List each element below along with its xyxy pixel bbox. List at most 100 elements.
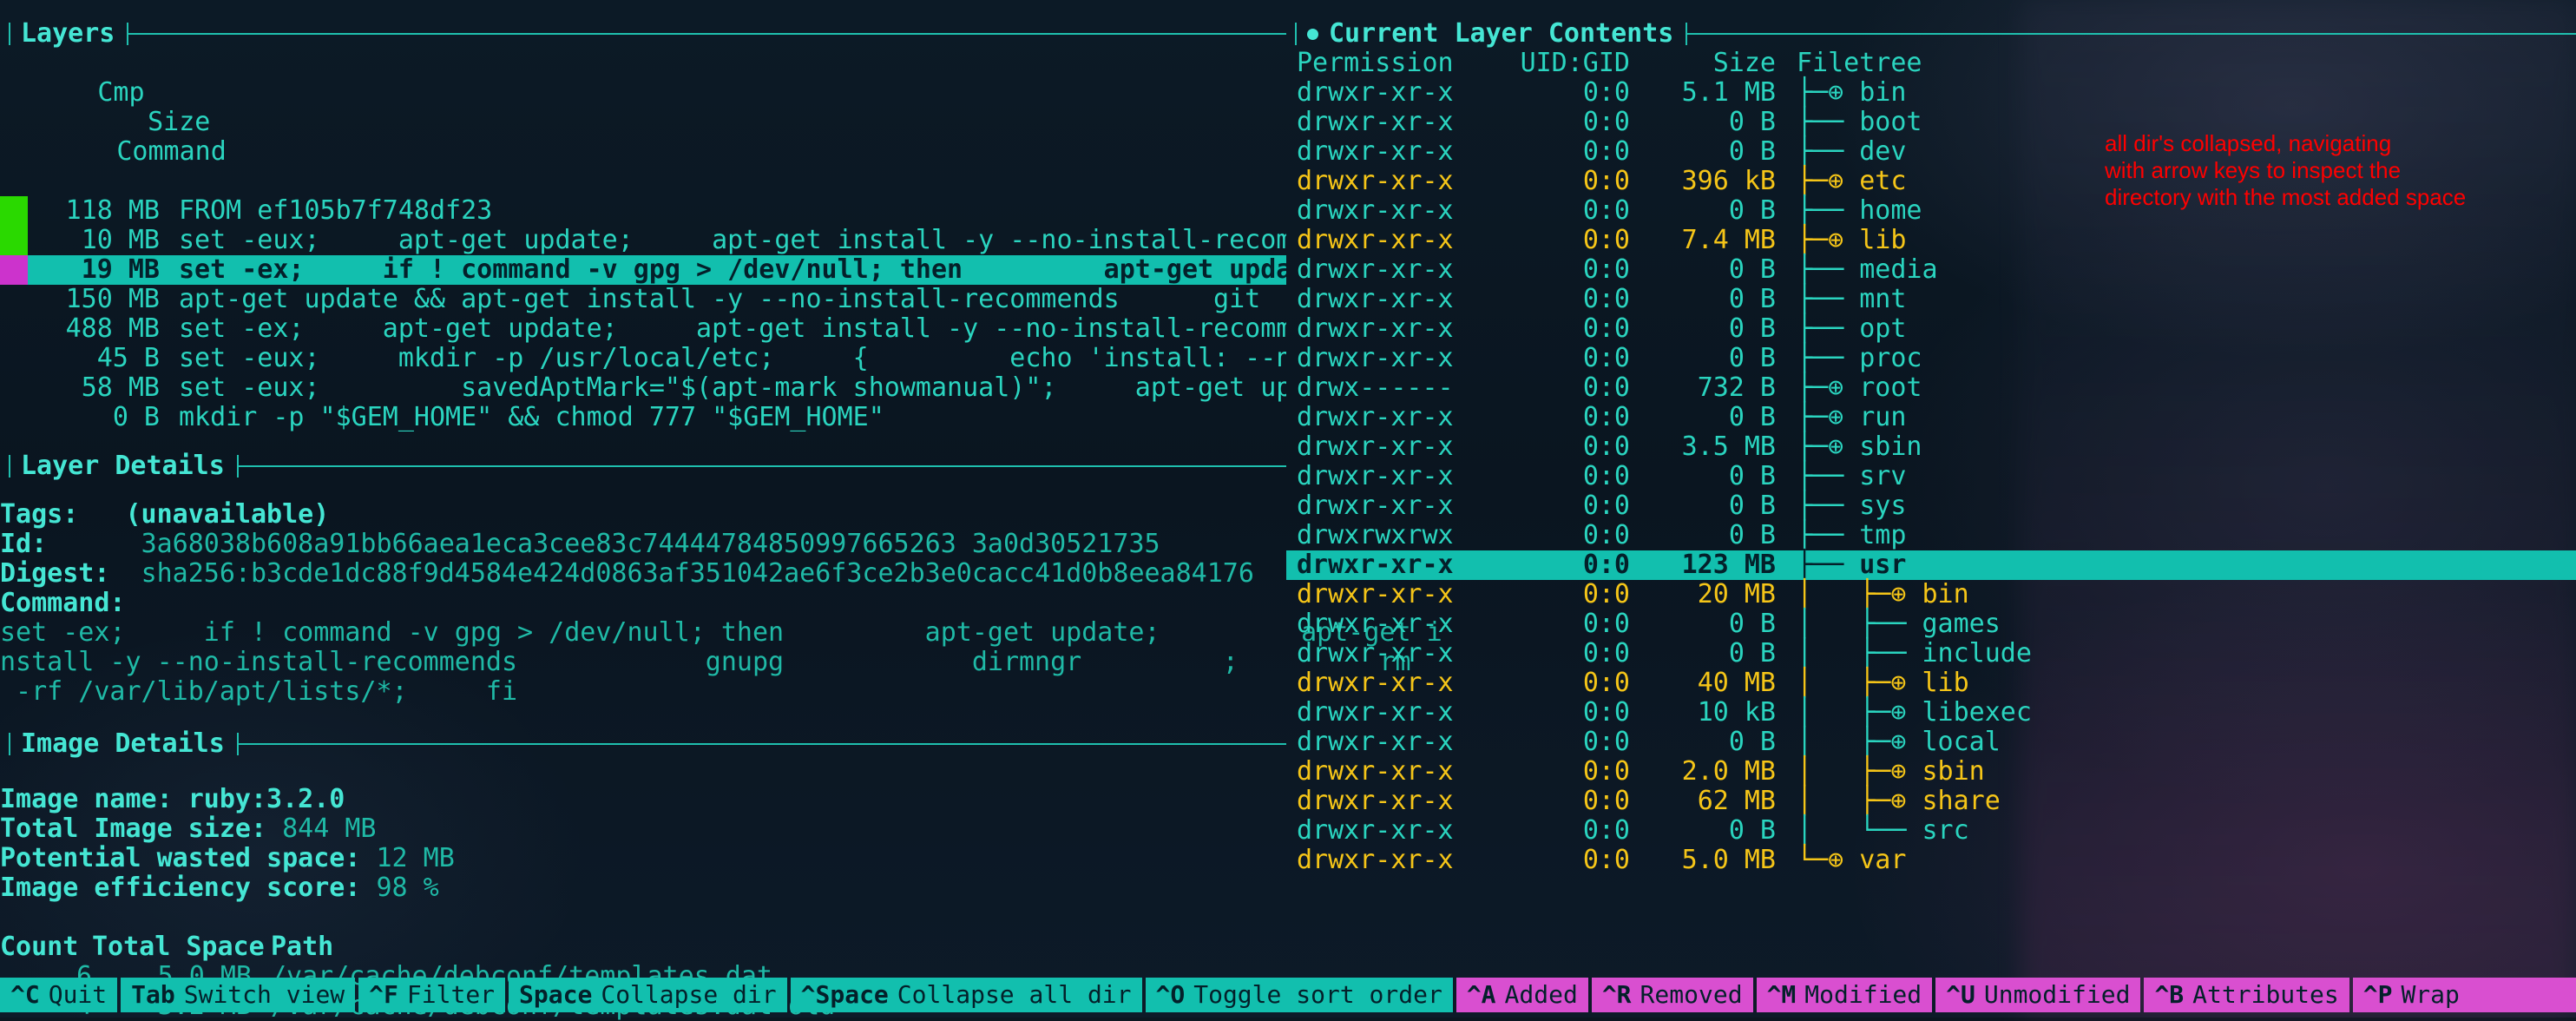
filetree-row[interactable]: drwxr-xr-x 0:0 0 B ├── opt	[1286, 314, 2576, 344]
layer-tags-label: Tags:	[0, 499, 79, 530]
layer-size: 0 B	[112, 402, 160, 432]
header-rule	[238, 743, 1286, 745]
status-key-quit[interactable]: ^C Quit	[0, 978, 118, 1012]
layer-row[interactable]: 118 MB FROM ef105b7f748df23	[0, 196, 1286, 226]
layer-row[interactable]: 58 MB set -eux; savedAptMark="$(apt-mark …	[0, 373, 1286, 403]
filetree-row[interactable]: drwxr-xr-x 0:0 40 MB │ ├─⊕ lib	[1286, 669, 2576, 698]
layer-row[interactable]: 19 MB set -ex; if ! command -v gpg > /dev…	[0, 255, 1286, 285]
status-key-toggle-sort-order[interactable]: ^O Toggle sort order	[1145, 978, 1453, 1012]
layer-row[interactable]: 45 B set -eux; mkdir -p /usr/local/etc; {…	[0, 344, 1286, 373]
filetree-row[interactable]: drwxr-xr-x 0:0 3.5 MB ├─⊕ sbin	[1286, 432, 2576, 462]
file-permission: drwxr-xr-x	[1297, 638, 1454, 669]
filetree-row[interactable]: drwxr-xr-x 0:0 7.4 MB ├─⊕ lib	[1286, 226, 2576, 255]
image-name-row: Image name: ruby:3.2.0	[0, 785, 1286, 814]
layer-command: set -eux; apt-get update; apt-get instal…	[179, 226, 1286, 255]
file-tree-entry: │ ├─⊕ bin	[1797, 579, 1969, 609]
status-key-label: Attributes	[2192, 980, 2339, 1009]
filetree-row[interactable]: drwxr-xr-x 0:0 0 B │ ├─⊕ local	[1286, 728, 2576, 757]
filetree-row[interactable]: drwxr-xr-x 0:0 0 B ├── mnt	[1286, 285, 2576, 314]
annotation-line: directory with the most added space	[2105, 184, 2467, 210]
status-key-filter[interactable]: ^F Filter	[358, 978, 506, 1012]
file-uid-gid: 0:0	[1582, 402, 1630, 432]
status-key-collapse-dir[interactable]: Space Collapse dir	[509, 978, 787, 1012]
file-permission: drwxr-xr-x	[1297, 77, 1454, 108]
layer-row[interactable]: 10 MB set -eux; apt-get update; apt-get i…	[0, 226, 1286, 255]
filetree-row[interactable]: drwxr-xr-x 0:0 20 MB │ ├─⊕ bin	[1286, 580, 2576, 609]
file-uid-gid: 0:0	[1582, 343, 1630, 373]
status-key-modified[interactable]: ^M Modified	[1756, 978, 1933, 1012]
waste-col-space: Total Space	[92, 932, 265, 962]
file-uid-gid: 0:0	[1582, 254, 1630, 285]
layers-list[interactable]: 118 MB FROM ef105b7f748df23 10 MB set -eux;…	[0, 196, 1286, 432]
filetree-row[interactable]: drwxr-xr-x 0:0 0 B ├── media	[1286, 255, 2576, 285]
layer-contents-header: Current Layer Contents	[1286, 19, 2576, 49]
file-uid-gid: 0:0	[1582, 284, 1630, 314]
layer-command: set -ex; if ! command -v gpg > /dev/null…	[179, 255, 1286, 285]
file-tree-entry: ├─⊕ sbin	[1797, 431, 1922, 462]
filetree-row[interactable]: drwxr-xr-x 0:0 0 B ├── sys	[1286, 491, 2576, 521]
filetree-col-size: Size	[1712, 48, 1776, 78]
file-tree-entry: │ ├── games	[1797, 609, 2001, 639]
layer-details-header: Layer Details	[0, 451, 1286, 481]
filetree-row[interactable]: drwxr-xr-x 0:0 0 B ├── proc	[1286, 344, 2576, 373]
filetree-row[interactable]: drwxr-xr-x 0:0 0 B ├── srv	[1286, 462, 2576, 491]
annotation-line: all dir's collapsed, navigating	[2105, 130, 2392, 156]
layer-command-line: set -ex; if ! command -v gpg > /dev/null…	[0, 617, 1442, 648]
filetree-row[interactable]: drwxr-xr-x 0:0 123 MB ├── usr	[1286, 550, 2576, 580]
file-uid-gid: 0:0	[1582, 372, 1630, 403]
waste-col-count: Count	[0, 932, 79, 962]
status-key-collapse-all-dir[interactable]: ^Space Collapse all dir	[790, 978, 1142, 1012]
file-permission: drwxr-xr-x	[1297, 609, 1454, 639]
file-size: 0 B	[1728, 107, 1776, 137]
filetree-row[interactable]: drwxr-xr-x 0:0 5.0 MB └─⊕ var	[1286, 846, 2576, 875]
filetree-row[interactable]: drwxrwxrwx 0:0 0 B ├── tmp	[1286, 521, 2576, 550]
filetree-row[interactable]: drwxr-xr-x 0:0 10 kB │ ├─⊕ libexec	[1286, 698, 2576, 728]
layer-id-label: Id:	[0, 529, 48, 559]
image-wasted-space-label: Potential wasted space:	[0, 843, 361, 873]
file-permission: drwxr-xr-x	[1297, 461, 1454, 491]
layer-compare-swatch	[0, 285, 28, 314]
filetree-row[interactable]: drwxr-xr-x 0:0 0 B ├─⊕ run	[1286, 403, 2576, 432]
file-tree-entry: │ ├── include	[1797, 638, 2032, 669]
file-uid-gid: 0:0	[1582, 786, 1630, 816]
status-key-added[interactable]: ^A Added	[1456, 978, 1588, 1012]
filetree-row[interactable]: drwxr-xr-x 0:0 2.0 MB │ ├─⊕ sbin	[1286, 757, 2576, 787]
file-permission: drwxr-xr-x	[1297, 254, 1454, 285]
layer-size: 488 MB	[65, 313, 160, 344]
status-key-label: Added	[1504, 980, 1578, 1009]
layer-digest-value: sha256:b3cde1dc88f9d4584e424d0863af35104…	[141, 558, 1254, 589]
status-key-wrap[interactable]: ^P Wrap	[2352, 978, 2576, 1012]
filetree-row[interactable]: drwxr-xr-x 0:0 62 MB │ ├─⊕ share	[1286, 787, 2576, 816]
layers-col-command: Command	[116, 136, 227, 167]
file-size: 3.5 MB	[1681, 431, 1776, 462]
status-bar: ^C Quit Tab Switch view ^F Filter Space Collaps…	[0, 978, 2576, 1012]
file-uid-gid: 0:0	[1582, 638, 1630, 669]
layer-row[interactable]: 150 MB apt-get update && apt-get install …	[0, 285, 1286, 314]
file-permission: drwxr-xr-x	[1297, 815, 1454, 846]
file-permission: drwxr-xr-x	[1297, 697, 1454, 728]
layer-row[interactable]: 488 MB set -ex; apt-get update; apt-get i…	[0, 314, 1286, 344]
file-size: 10 kB	[1697, 697, 1776, 728]
filetree-row[interactable]: drwxr-xr-x 0:0 0 B │ └── src	[1286, 816, 2576, 846]
image-total-size-value: 844 MB	[282, 814, 377, 844]
file-permission: drwxr-xr-x	[1297, 727, 1454, 757]
file-tree-entry: │ ├─⊕ lib	[1797, 668, 1969, 698]
status-key-switch-view[interactable]: Tab Switch view	[121, 978, 356, 1012]
file-tree-entry: │ ├─⊕ sbin	[1797, 756, 1985, 787]
layer-row[interactable]: 0 B mkdir -p "$GEM_HOME" && chmod 777 "$G…	[0, 403, 1286, 432]
layer-compare-swatch	[0, 255, 28, 285]
status-key-unmodified[interactable]: ^U Unmodified	[1935, 978, 2141, 1012]
status-key-label: Unmodified	[1983, 980, 2131, 1009]
filetree-row[interactable]: drwxr-xr-x 0:0 0 B │ ├── include	[1286, 639, 2576, 669]
file-uid-gid: 0:0	[1582, 107, 1630, 137]
filetree-row[interactable]: drwx------ 0:0 732 B ├─⊕ root	[1286, 373, 2576, 403]
status-key-removed[interactable]: ^R Removed	[1591, 978, 1753, 1012]
status-key-label: Modified	[1804, 980, 1922, 1009]
file-uid-gid: 0:0	[1582, 697, 1630, 728]
file-permission: drwxr-xr-x	[1297, 756, 1454, 787]
file-size: 7.4 MB	[1681, 225, 1776, 255]
filetree-row[interactable]: drwxr-xr-x 0:0 5.1 MB ├─⊕ bin	[1286, 78, 2576, 108]
status-key-attributes[interactable]: ^B Attributes	[2144, 978, 2349, 1012]
filetree-row[interactable]: drwxr-xr-x 0:0 0 B │ ├── games	[1286, 609, 2576, 639]
